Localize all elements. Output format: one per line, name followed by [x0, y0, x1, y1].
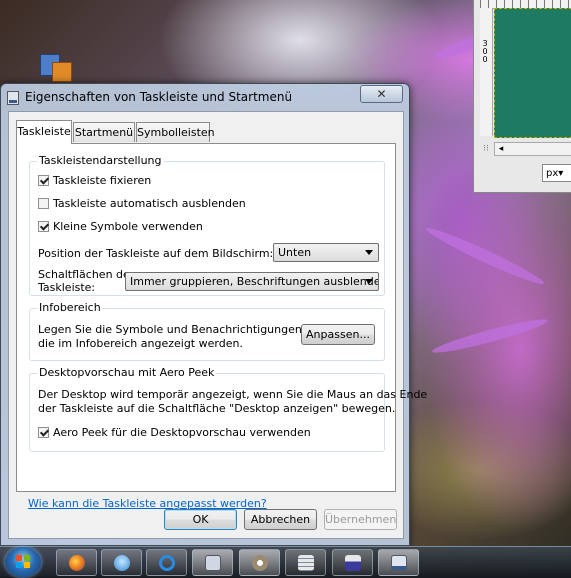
checkbox-label: Kleine Symbole verwenden [53, 220, 203, 233]
group-title: Desktopvorschau mit Aero Peek [37, 366, 217, 379]
taskbar-buttons-select[interactable]: Immer gruppieren, Beschriftungen ausblen… [125, 272, 379, 291]
firefox-icon [69, 555, 85, 571]
taskbar-button-internet-explorer[interactable] [146, 549, 187, 576]
unit-select[interactable]: px▾ [542, 164, 571, 182]
navigate-icon[interactable]: ⁝⁝ [480, 142, 492, 156]
dialog-title: Eigenschaften von Taskleiste und Startme… [25, 90, 293, 104]
image-canvas[interactable] [494, 8, 571, 138]
window-icon [205, 555, 221, 571]
checkbox-box[interactable] [38, 220, 49, 232]
aero-peek-text-line2: der Taskleiste auf die Schaltfläche "Des… [38, 402, 396, 415]
scroll-left-icon[interactable]: ◂ [495, 143, 507, 155]
tab-startmenue[interactable]: Startmenü [73, 122, 135, 142]
vertical-ruler [480, 8, 493, 136]
buttons-label-line1: Schaltflächen der [38, 268, 135, 281]
ruler-number: 300 [482, 39, 488, 64]
aero-peek-text-line1: Der Desktop wird temporär angezeigt, wen… [38, 388, 428, 401]
ok-button[interactable]: OK [164, 509, 237, 530]
customize-button[interactable]: Anpassen... [301, 324, 375, 345]
taskbar-buttons-value: Immer gruppieren, Beschriftungen ausblen… [130, 275, 379, 288]
taskbar-button-window[interactable] [192, 549, 233, 576]
taskbar-button-save-disk[interactable] [332, 549, 373, 576]
position-select[interactable]: Unten [273, 243, 379, 262]
dialog-client: Taskleiste Startmenü Symbolleisten Taskl… [8, 111, 427, 539]
group-notification-area: Infobereich Legen Sie die Symbole und Be… [29, 301, 385, 361]
taskbar-button-messenger[interactable] [101, 549, 142, 576]
checkbox-label: Taskleiste automatisch ausblenden [53, 197, 246, 210]
taskbar-button-taskbar-properties[interactable] [378, 549, 419, 576]
title-bar[interactable]: Eigenschaften von Taskleiste und Startme… [1, 84, 409, 110]
checkbox-box[interactable] [38, 174, 49, 186]
cancel-button[interactable]: Abbrechen [244, 509, 317, 530]
group-aero-peek: Desktopvorschau mit Aero Peek Der Deskto… [29, 366, 427, 452]
checkbox-box[interactable] [38, 426, 49, 438]
taskbar-properties-dialog: Eigenschaften von Taskleiste und Startme… [0, 83, 427, 546]
tab-taskleiste[interactable]: Taskleiste [16, 120, 72, 144]
auto-hide-checkbox[interactable]: Taskleiste automatisch ausblenden [38, 197, 246, 211]
tab-symbolleisten[interactable]: Symbolleisten [136, 122, 215, 142]
close-button[interactable]: ✕ [360, 85, 403, 103]
aero-peek-checkbox[interactable]: Aero Peek für die Desktopvorschau verwen… [38, 426, 311, 440]
checkbox-label: Aero Peek für die Desktopvorschau verwen… [53, 426, 311, 439]
start-button[interactable] [5, 547, 41, 577]
position-value: Unten [278, 246, 312, 259]
notification-text-line1: Legen Sie die Symbole und Benachrichtigu… [38, 323, 330, 336]
gimp-icon [252, 555, 268, 571]
tab-panel: Taskleistendarstellung Taskleiste fixier… [16, 143, 427, 492]
taskbar-properties-icon [7, 91, 19, 105]
internet-explorer-icon [159, 555, 175, 571]
chevron-down-icon [365, 250, 373, 255]
taskbar-button-firefox[interactable] [56, 549, 97, 576]
taskbar-properties-icon [391, 555, 407, 571]
horizontal-scrollbar[interactable]: ◂ [494, 142, 571, 156]
apply-button[interactable]: Übernehmen [324, 509, 397, 530]
notepad-icon [298, 555, 314, 571]
image-editor-window[interactable]: 300 ⁝⁝ ◂ px▾ [473, 0, 571, 193]
group-title: Taskleistendarstellung [37, 154, 164, 167]
checkbox-box[interactable] [38, 197, 49, 209]
small-icons-checkbox[interactable]: Kleine Symbole verwenden [38, 220, 203, 234]
notification-text-line2: die im Infobereich angezeigt werden. [38, 337, 243, 350]
buttons-label-line2: Taskleiste: [38, 281, 96, 294]
group-title: Infobereich [37, 301, 103, 314]
close-icon: ✕ [376, 87, 387, 101]
position-label: Position der Taskleiste auf dem Bildschi… [38, 247, 274, 260]
desktop-shortcut-icon[interactable] [38, 52, 72, 84]
checkbox-label: Taskleiste fixieren [53, 174, 152, 187]
taskbar-button-notepad[interactable] [285, 549, 326, 576]
lock-taskbar-checkbox[interactable]: Taskleiste fixieren [38, 174, 151, 188]
group-taskbar-appearance: Taskleistendarstellung Taskleiste fixier… [29, 154, 385, 296]
taskbar [0, 546, 571, 578]
messenger-icon [114, 555, 130, 571]
chevron-down-icon [365, 279, 373, 284]
taskbar-button-gimp[interactable] [239, 549, 280, 576]
disk-icon [345, 555, 361, 571]
